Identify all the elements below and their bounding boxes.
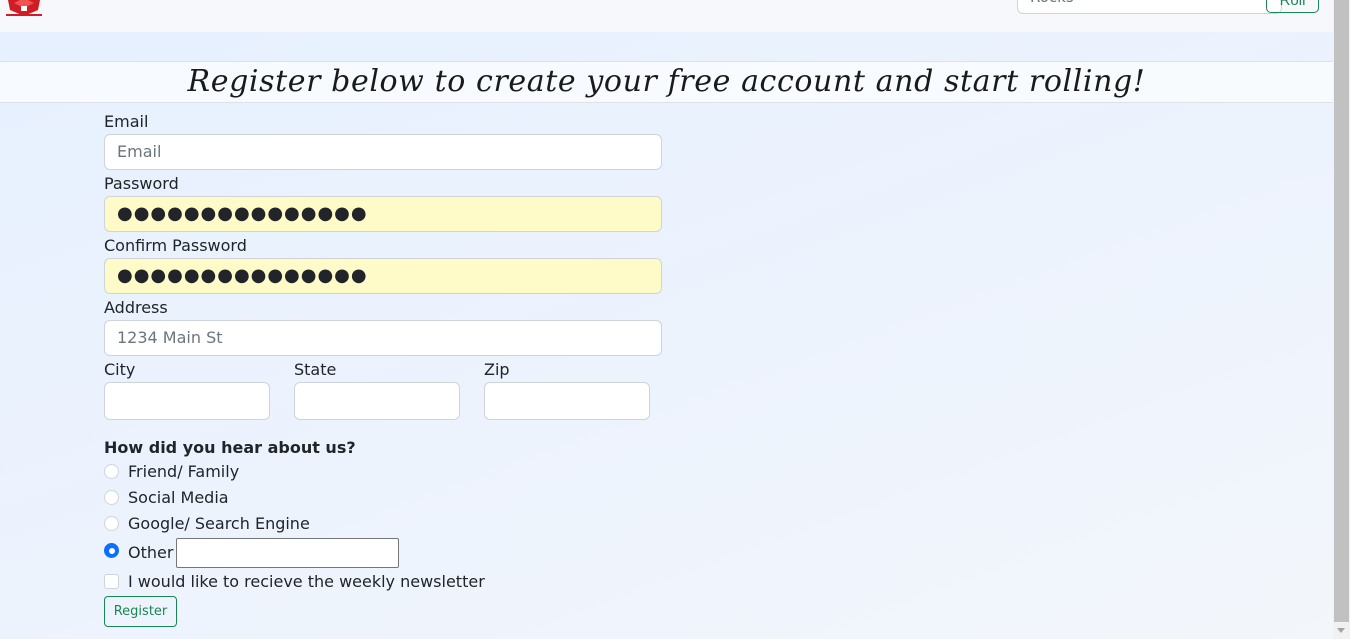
- zip-label: Zip: [484, 360, 510, 379]
- confirm-password-field[interactable]: ●●●●●●●●●●●●●●●: [104, 258, 662, 294]
- heading-band: Register below to create your free accou…: [0, 61, 1333, 103]
- option-label-social-media: Social Media: [128, 488, 229, 507]
- top-navbar: Rocks Roll: [0, 0, 1333, 32]
- roll-button[interactable]: Roll: [1266, 0, 1319, 13]
- city-label: City: [104, 360, 136, 379]
- option-label-friend-family: Friend/ Family: [128, 462, 240, 481]
- dice-logo-icon[interactable]: [2, 0, 46, 18]
- vertical-scrollbar[interactable]: [1333, 0, 1350, 639]
- search-input[interactable]: Rocks: [1017, 0, 1282, 14]
- other-source-input[interactable]: [176, 538, 399, 568]
- newsletter-label: I would like to recieve the weekly newsl…: [128, 572, 485, 591]
- password-label: Password: [104, 174, 179, 193]
- radio-friend-family[interactable]: [104, 464, 119, 479]
- address-label: Address: [104, 298, 168, 317]
- option-label-other: Other: [128, 543, 174, 562]
- password-field[interactable]: ●●●●●●●●●●●●●●●: [104, 196, 662, 232]
- radio-other[interactable]: [104, 543, 119, 558]
- email-field[interactable]: Email: [104, 134, 662, 170]
- city-field[interactable]: [104, 382, 270, 420]
- state-field[interactable]: [294, 382, 460, 420]
- register-button[interactable]: Register: [104, 596, 177, 627]
- radio-search-engine[interactable]: [104, 516, 119, 531]
- email-label: Email: [104, 112, 149, 131]
- option-label-search-engine: Google/ Search Engine: [128, 514, 310, 533]
- referral-question: How did you hear about us?: [104, 438, 356, 457]
- zip-field[interactable]: [484, 382, 650, 420]
- state-label: State: [294, 360, 337, 379]
- newsletter-checkbox[interactable]: [104, 574, 119, 589]
- page-title: Register below to create your free accou…: [187, 64, 1146, 99]
- scrollbar-thumb[interactable]: [1334, 0, 1349, 622]
- address-field[interactable]: 1234 Main St: [104, 320, 662, 356]
- radio-social-media[interactable]: [104, 490, 119, 505]
- confirm-password-label: Confirm Password: [104, 236, 247, 255]
- scroll-down-arrow-icon[interactable]: [1337, 628, 1345, 633]
